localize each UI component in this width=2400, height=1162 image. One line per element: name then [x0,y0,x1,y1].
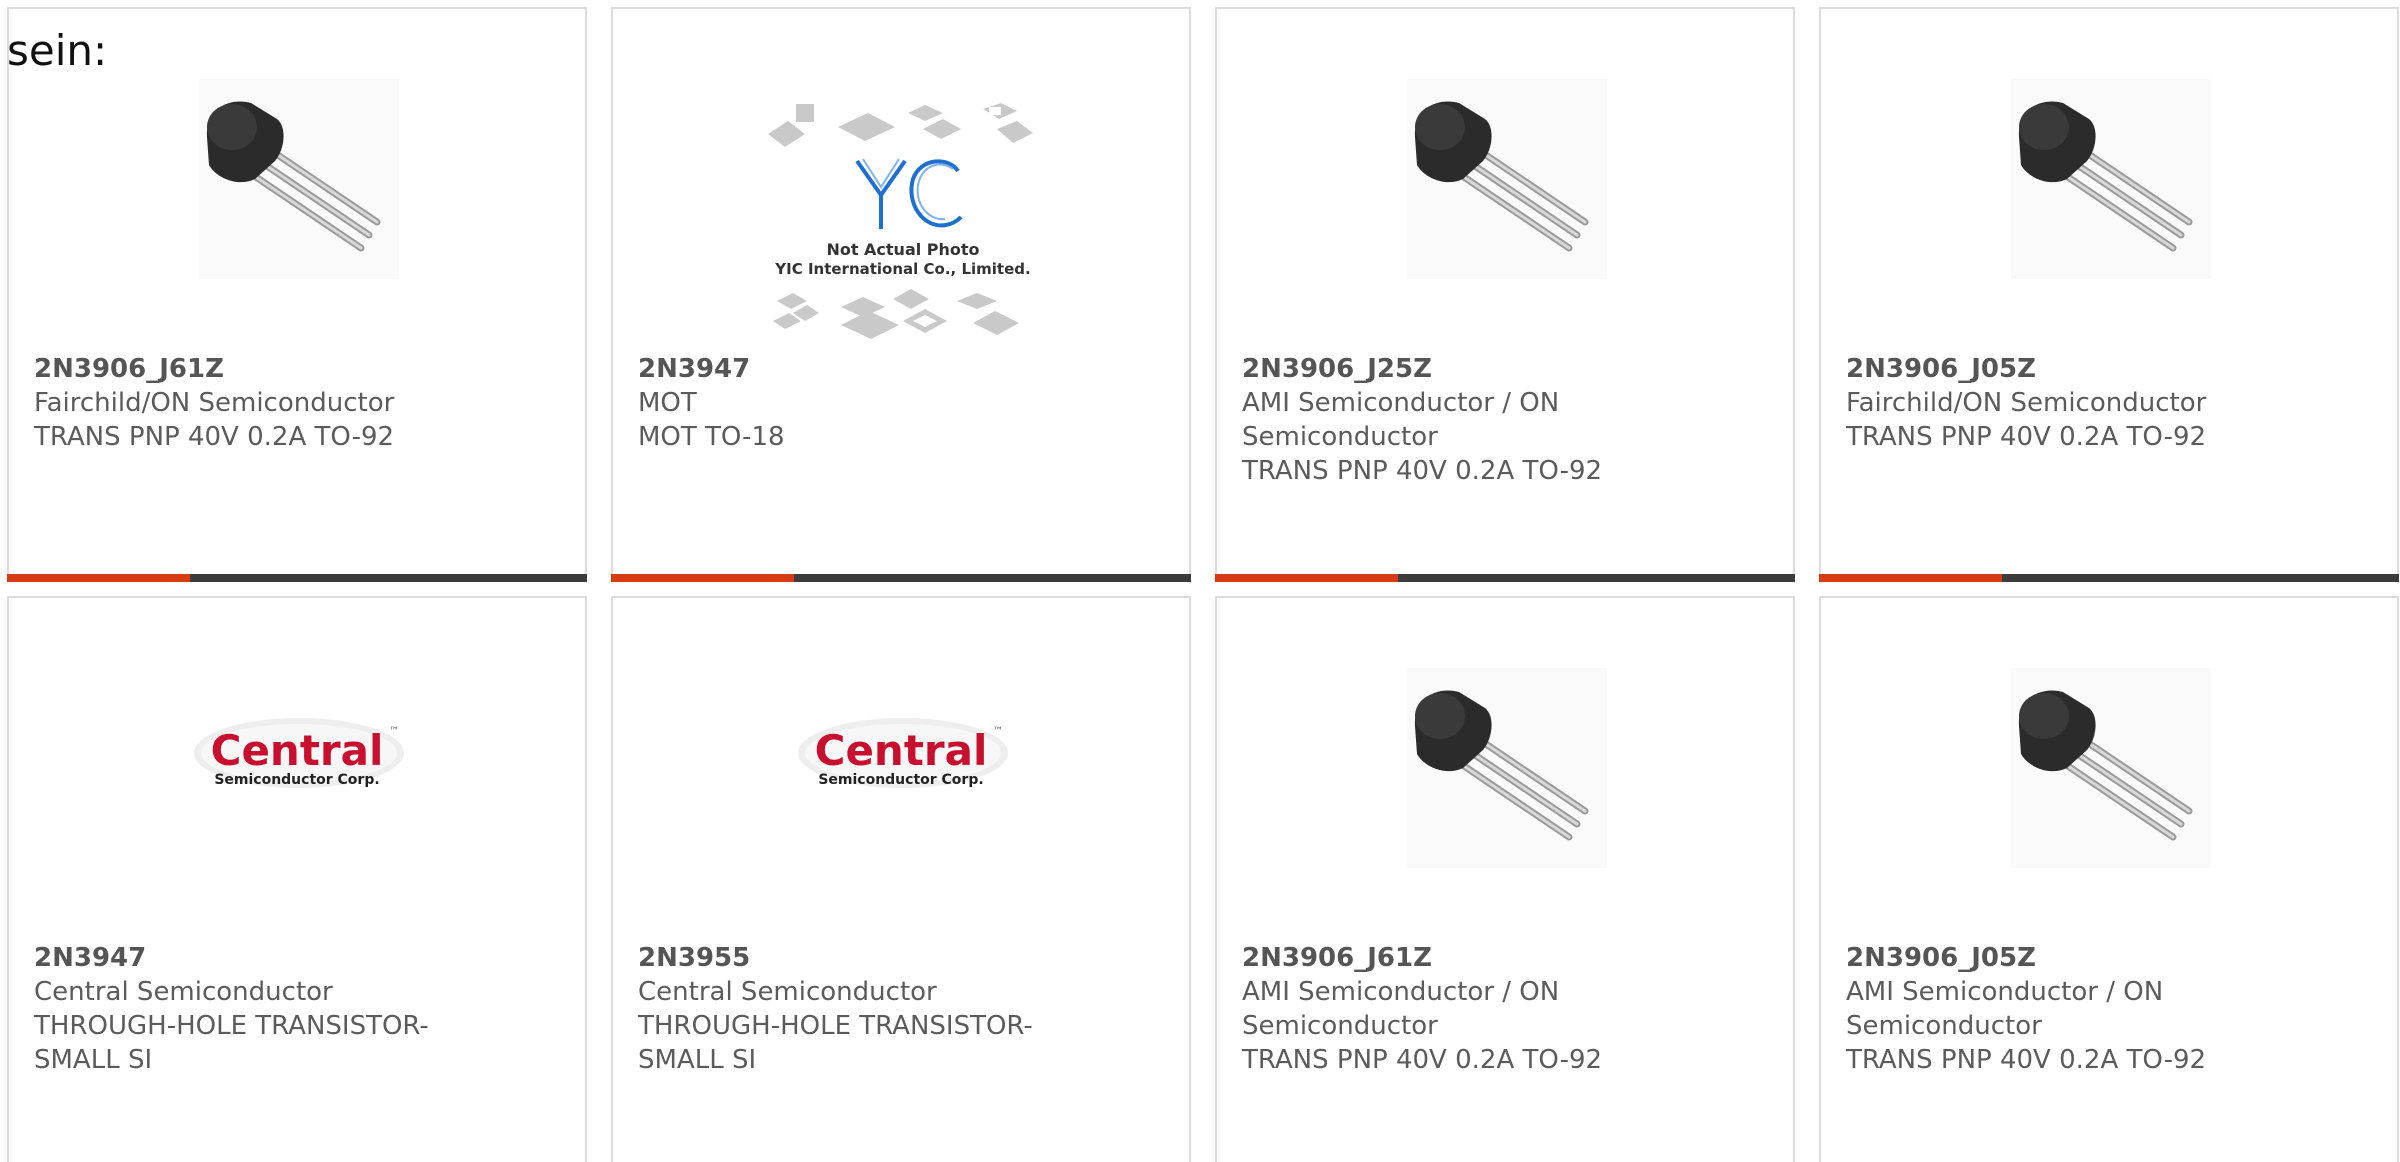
card-bottom-bar [611,574,1191,582]
photo-company: YIC International Co., Limited. [774,260,1030,278]
product-grid-page: 2N3906_J61Z Fairchild/ON Semiconductor T… [0,0,2400,1162]
part-number[interactable]: 2N3906_J61Z [1242,941,1702,975]
manufacturer: AMI Semiconductor / ON Semiconductor [1846,977,2164,1041]
product-card[interactable]: 2N3906_J61Z Fairchild/ON Semiconductor T… [7,7,587,582]
description: TRANS PNP 40V 0.2A TO-92 [1846,1045,2207,1075]
transistor-image [199,79,399,279]
product-card[interactable]: 2N3906_J25Z AMI Semiconductor / ON Semic… [1215,7,1795,582]
part-number[interactable]: 2N3906_J25Z [1242,352,1702,386]
transistor-image [2011,79,2211,279]
card-accent-bar [1215,574,1398,582]
part-number[interactable]: 2N3947 [34,941,494,975]
not-actual-photo-image: Not Actual Photo YIC International Co., … [763,99,1043,349]
product-card[interactable]: 2N3906_J05Z Fairchild/ON Semiconductor T… [1819,7,2399,582]
product-info: 2N3906_J61Z AMI Semiconductor / ON Semic… [1242,941,1702,1077]
logo-wordmark: Central [211,726,384,775]
card-bottom-bar [7,574,587,582]
card-bottom-bar [1215,574,1795,582]
product-grid: 2N3906_J61Z Fairchild/ON Semiconductor T… [7,7,2399,1162]
card-accent-bar [611,574,794,582]
manufacturer: AMI Semiconductor / ON Semiconductor [1242,388,1560,452]
part-number[interactable]: 2N3947 [638,352,1098,386]
description: TRANS PNP 40V 0.2A TO-92 [1242,1045,1603,1075]
description: THROUGH-HOLE TRANSISTOR-SMALL SI [638,1011,1033,1075]
product-card[interactable]: Not Actual Photo YIC International Co., … [611,7,1191,582]
card-accent-bar [1819,574,2002,582]
part-number[interactable]: 2N3955 [638,941,1098,975]
transistor-image [2011,668,2211,868]
manufacturer: Fairchild/ON Semiconductor [1846,388,2207,418]
product-info: 2N3906_J05Z AMI Semiconductor / ON Semic… [1846,941,2306,1077]
part-number[interactable]: 2N3906_J61Z [34,352,494,386]
description: TRANS PNP 40V 0.2A TO-92 [34,422,395,452]
part-number[interactable]: 2N3906_J05Z [1846,352,2306,386]
description: MOT TO-18 [638,422,785,452]
manufacturer: Central Semiconductor [638,977,937,1007]
product-info: 2N3906_J25Z AMI Semiconductor / ON Semic… [1242,352,1702,488]
section-heading: sein: [7,26,108,75]
product-card[interactable]: 2N3906_J05Z AMI Semiconductor / ON Semic… [1819,596,2399,1162]
product-info: 2N3947 MOT MOT TO-18 [638,352,1098,454]
logo-trademark: ™ [993,726,1003,737]
product-card[interactable]: Central ™ Semiconductor Corp. 2N3947 Cen… [7,596,587,1162]
part-number[interactable]: 2N3906_J05Z [1846,941,2306,975]
manufacturer: AMI Semiconductor / ON Semiconductor [1242,977,1560,1041]
product-info: 2N3955 Central Semiconductor THROUGH-HOL… [638,941,1098,1077]
logo-wordmark: Central [815,726,988,775]
manufacturer: Fairchild/ON Semiconductor [34,388,395,418]
photo-caption: Not Actual Photo [826,240,979,259]
product-info: 2N3906_J61Z Fairchild/ON Semiconductor T… [34,352,494,454]
description: THROUGH-HOLE TRANSISTOR-SMALL SI [34,1011,429,1075]
product-info: 2N3906_J05Z Fairchild/ON Semiconductor T… [1846,352,2306,454]
description: TRANS PNP 40V 0.2A TO-92 [1846,422,2207,452]
logo-subtext: Semiconductor Corp. [214,772,379,788]
card-bottom-bar [1819,574,2399,582]
product-card[interactable]: Central ™ Semiconductor Corp. 2N3955 Cen… [611,596,1191,1162]
product-card[interactable]: 2N3906_J61Z AMI Semiconductor / ON Semic… [1215,596,1795,1162]
manufacturer: Central Semiconductor [34,977,333,1007]
description: TRANS PNP 40V 0.2A TO-92 [1242,456,1603,486]
logo-subtext: Semiconductor Corp. [818,772,983,788]
manufacturer: MOT [638,388,697,418]
central-semiconductor-logo: Central ™ Semiconductor Corp. [793,708,1013,808]
product-info: 2N3947 Central Semiconductor THROUGH-HOL… [34,941,494,1077]
transistor-image [1407,668,1607,868]
logo-trademark: ™ [389,726,399,737]
card-accent-bar [7,574,190,582]
transistor-image [1407,79,1607,279]
central-semiconductor-logo: Central ™ Semiconductor Corp. [189,708,409,808]
